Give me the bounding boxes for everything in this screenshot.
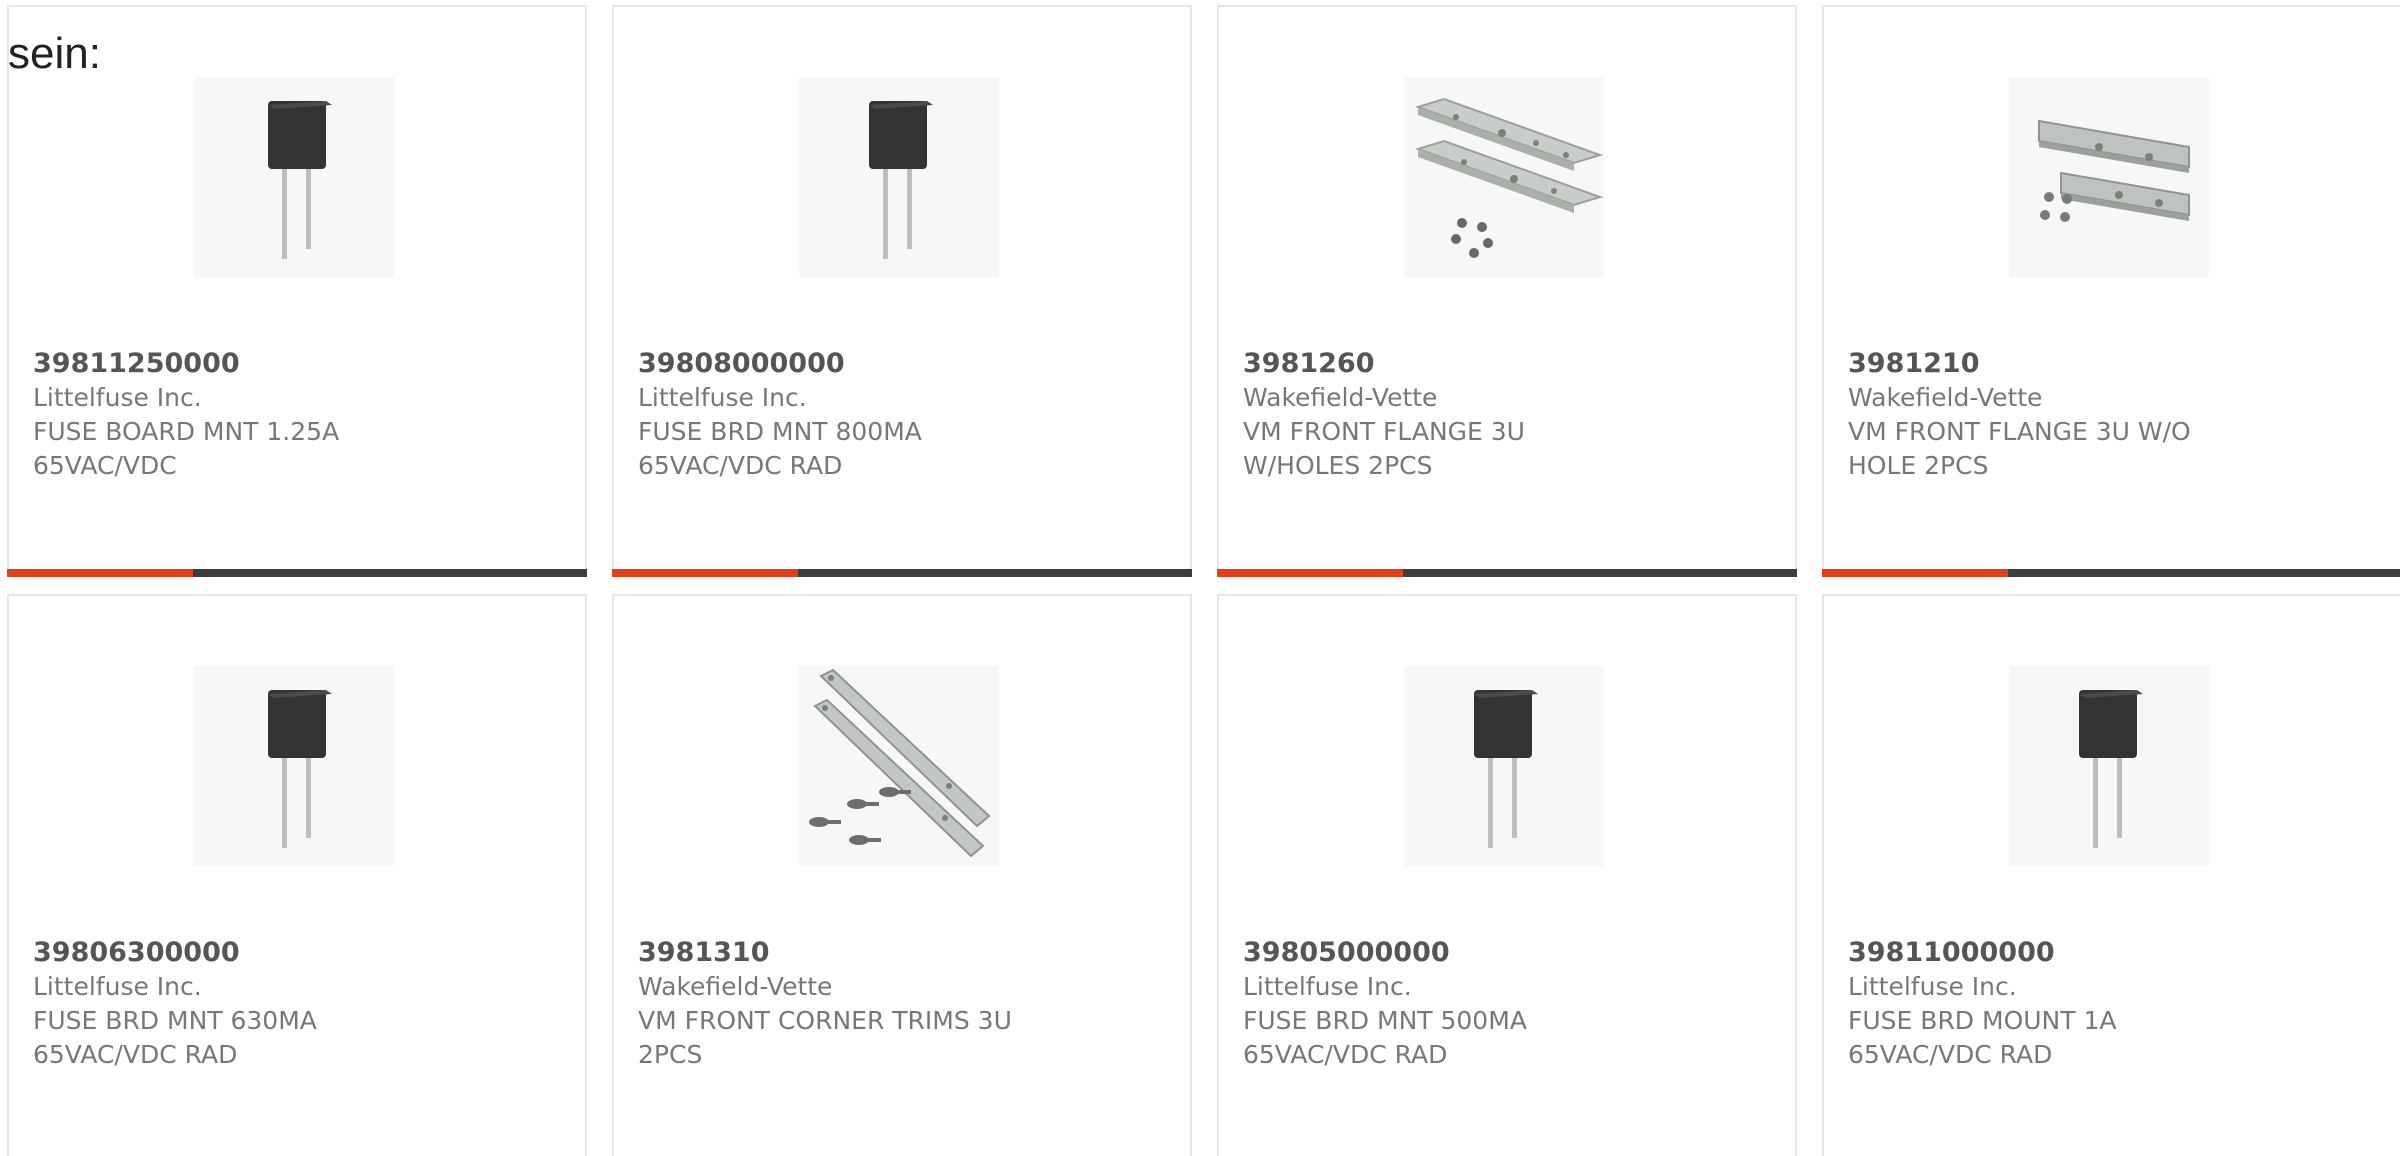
part-number-link[interactable]: 39808000000: [638, 347, 1166, 381]
product-card[interactable]: 39808000000 Littelfuse Inc. FUSE BRD MNT…: [612, 5, 1192, 577]
description: VM FRONT CORNER TRIMS 3U 2PCS: [638, 1006, 1012, 1069]
description: FUSE BRD MNT 800MA 65VAC/VDC RAD: [638, 417, 922, 480]
description: VM FRONT FLANGE 3U W/HOLES 2PCS: [1243, 417, 1525, 480]
part-number-link[interactable]: 39805000000: [1243, 936, 1771, 970]
part-number-link[interactable]: 39811250000: [33, 347, 561, 381]
fuse-radial-icon: [194, 666, 394, 866]
product-card[interactable]: 3981310 Wakefield-Vette VM FRONT CORNER …: [612, 594, 1192, 1156]
part-number-link[interactable]: 3981210: [1848, 347, 2376, 381]
product-info: 39811250000 Littelfuse Inc. FUSE BOARD M…: [33, 347, 561, 483]
manufacturer: Wakefield-Vette: [638, 972, 833, 1001]
flange-with-holes-icon: [1404, 77, 1604, 277]
product-grid: 39811250000 Littelfuse Inc. FUSE BOARD M…: [7, 5, 2400, 1156]
card-accent-fill: [1217, 569, 1403, 577]
product-card[interactable]: 3981210 Wakefield-Vette VM FRONT FLANGE …: [1822, 5, 2400, 577]
fuse-radial-icon: [194, 77, 394, 277]
card-accent-fill: [7, 569, 193, 577]
intro-text: sein:: [8, 29, 101, 78]
card-accent-bar: [1217, 569, 1797, 577]
card-accent-bar: [1822, 569, 2400, 577]
description: VM FRONT FLANGE 3U W/O HOLE 2PCS: [1848, 417, 2191, 480]
description: FUSE BRD MNT 500MA 65VAC/VDC RAD: [1243, 1006, 1527, 1069]
product-info: 3981260 Wakefield-Vette VM FRONT FLANGE …: [1243, 347, 1771, 483]
product-info: 3981210 Wakefield-Vette VM FRONT FLANGE …: [1848, 347, 2376, 483]
product-card[interactable]: 39806300000 Littelfuse Inc. FUSE BRD MNT…: [7, 594, 587, 1156]
page: sein: 39811250000 Littelfuse Inc. FUSE B…: [0, 0, 2400, 1156]
flange-no-holes-icon: [2009, 77, 2209, 277]
product-card[interactable]: 3981260 Wakefield-Vette VM FRONT FLANGE …: [1217, 5, 1797, 577]
fuse-radial-icon: [799, 77, 999, 277]
card-accent-fill: [1822, 569, 2008, 577]
product-card[interactable]: 39811000000 Littelfuse Inc. FUSE BRD MOU…: [1822, 594, 2400, 1156]
description: FUSE BRD MNT 630MA 65VAC/VDC RAD: [33, 1006, 317, 1069]
manufacturer: Littelfuse Inc.: [638, 383, 807, 412]
product-card[interactable]: 39811250000 Littelfuse Inc. FUSE BOARD M…: [7, 5, 587, 577]
description: FUSE BOARD MNT 1.25A 65VAC/VDC: [33, 417, 340, 480]
card-accent-bar: [612, 569, 1192, 577]
product-card[interactable]: 39805000000 Littelfuse Inc. FUSE BRD MNT…: [1217, 594, 1797, 1156]
product-info: 39805000000 Littelfuse Inc. FUSE BRD MNT…: [1243, 936, 1771, 1072]
manufacturer: Littelfuse Inc.: [1243, 972, 1412, 1001]
card-accent-fill: [612, 569, 798, 577]
product-info: 39806300000 Littelfuse Inc. FUSE BRD MNT…: [33, 936, 561, 1072]
part-number-link[interactable]: 3981260: [1243, 347, 1771, 381]
fuse-radial-icon: [1404, 666, 1604, 866]
description: FUSE BRD MOUNT 1A 65VAC/VDC RAD: [1848, 1006, 2117, 1069]
card-accent-bar: [7, 569, 587, 577]
manufacturer: Littelfuse Inc.: [33, 383, 202, 412]
part-number-link[interactable]: 39806300000: [33, 936, 561, 970]
fuse-radial-icon: [2009, 666, 2209, 866]
part-number-link[interactable]: 3981310: [638, 936, 1166, 970]
product-info: 39808000000 Littelfuse Inc. FUSE BRD MNT…: [638, 347, 1166, 483]
corner-trims-icon: [799, 666, 999, 866]
product-info: 39811000000 Littelfuse Inc. FUSE BRD MOU…: [1848, 936, 2376, 1072]
manufacturer: Wakefield-Vette: [1243, 383, 1438, 412]
part-number-link[interactable]: 39811000000: [1848, 936, 2376, 970]
manufacturer: Littelfuse Inc.: [33, 972, 202, 1001]
product-info: 3981310 Wakefield-Vette VM FRONT CORNER …: [638, 936, 1166, 1072]
manufacturer: Littelfuse Inc.: [1848, 972, 2017, 1001]
manufacturer: Wakefield-Vette: [1848, 383, 2043, 412]
